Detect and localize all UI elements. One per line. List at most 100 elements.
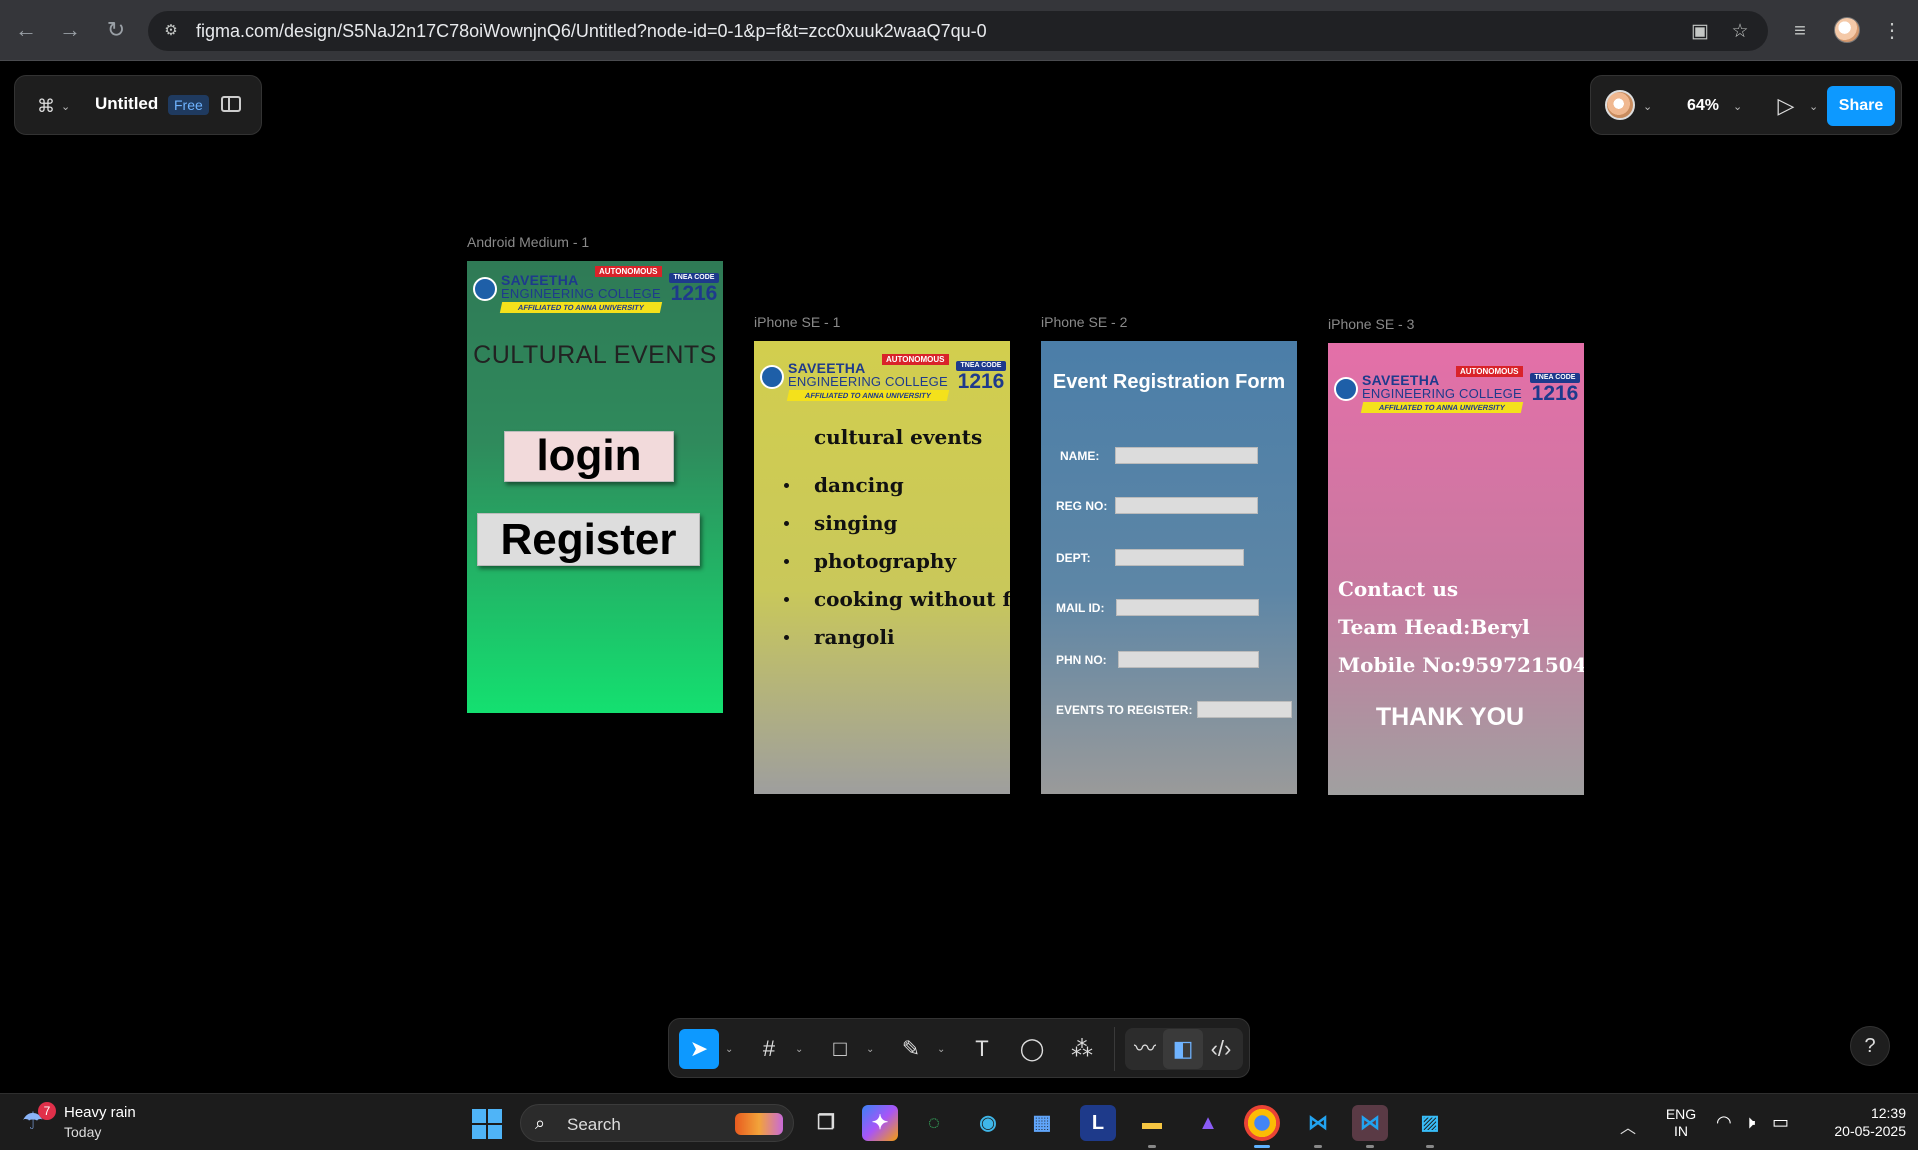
mode-switcher: 〰 ◧ ‹/› <box>1125 1028 1243 1070</box>
taskbar-search[interactable]: ⌕ Search <box>520 1104 794 1142</box>
college-name-line2: ENGINEERING COLLEGE <box>1362 386 1522 401</box>
zoom-chevron-icon[interactable]: ⌄ <box>1733 100 1742 113</box>
wifi-icon[interactable]: ◠ <box>1716 1112 1732 1132</box>
autonomous-tag: AUTONOMOUS <box>882 354 949 365</box>
contact-heading: Contact us <box>1338 577 1459 601</box>
sidebar-toggle-icon[interactable] <box>221 96 241 112</box>
college-name-line2: ENGINEERING COLLEGE <box>501 286 661 301</box>
thank-you-text: THANK YOU <box>1375 703 1525 731</box>
chevron-down-icon[interactable]: ⌄ <box>937 1044 945 1055</box>
lang-line2: IN <box>1674 1123 1688 1139</box>
file-explorer-icon[interactable]: ▬ <box>1134 1105 1170 1148</box>
kebab-menu-icon[interactable]: ⋮ <box>1878 17 1906 45</box>
cultural-events-title: CULTURAL EVENTS <box>473 341 717 369</box>
language-indicator[interactable]: ENG IN <box>1664 1106 1698 1140</box>
volume-icon[interactable]: 🕨 <box>1744 1112 1755 1132</box>
frame-label-iphone-se-1[interactable]: iPhone SE - 1 <box>754 314 840 330</box>
form-label: DEPT: <box>1056 551 1091 565</box>
actions-tool-icon[interactable]: ⁂ <box>1062 1029 1102 1069</box>
app-ring-icon[interactable]: ◌ <box>916 1105 952 1141</box>
frame-tool-icon[interactable]: # <box>749 1029 789 1069</box>
text-tool-icon[interactable]: T <box>962 1029 1002 1069</box>
chevron-down-icon[interactable]: ⌄ <box>1643 100 1652 113</box>
windows-start-icon[interactable] <box>472 1109 502 1139</box>
contact-block: Contact us Team Head:Beryl Mobile No:959… <box>1338 577 1584 691</box>
weather-title[interactable]: Heavy rain <box>64 1104 136 1121</box>
copilot-icon[interactable]: ✦ <box>862 1105 898 1141</box>
chevron-down-icon[interactable]: ⌄ <box>61 100 70 113</box>
phone-field[interactable] <box>1118 651 1259 668</box>
microsoft-store-icon[interactable]: ▦ <box>1024 1105 1060 1141</box>
move-cursor-icon[interactable]: ➤ <box>679 1029 719 1069</box>
user-avatar[interactable] <box>1605 90 1635 120</box>
frame-iphone-se-3[interactable]: SAVEETHA ENGINEERING COLLEGE AUTONOMOUS … <box>1328 343 1584 795</box>
mail-id-field[interactable] <box>1116 599 1259 616</box>
frame-iphone-se-1[interactable]: SAVEETHA ENGINEERING COLLEGE AUTONOMOUS … <box>754 341 1010 794</box>
design-mode-icon[interactable]: ◧ <box>1163 1029 1203 1069</box>
app-l-icon[interactable]: L <box>1080 1105 1116 1141</box>
help-button[interactable]: ? <box>1850 1026 1890 1066</box>
rectangle-tool-icon[interactable]: □ <box>820 1029 860 1069</box>
vscode-window-icon[interactable]: ⋈ <box>1352 1105 1388 1148</box>
url-text[interactable]: figma.com/design/S5NaJ2n17C78oiWownjnQ6/… <box>196 21 987 42</box>
college-name-line1: SAVEETHA <box>501 272 579 288</box>
frame-android-medium-1[interactable]: SAVEETHA ENGINEERING COLLEGE AUTONOMOUS … <box>467 261 723 713</box>
dept-field[interactable] <box>1115 549 1244 566</box>
chrome-browser-icon[interactable] <box>1244 1105 1280 1148</box>
media-controls-icon[interactable]: ≡ <box>1786 17 1814 45</box>
dev-mode-icon[interactable]: ‹/› <box>1201 1029 1241 1069</box>
reg-no-field[interactable] <box>1115 497 1258 514</box>
register-button[interactable]: Register <box>477 513 700 566</box>
frame-label-android-medium-1[interactable]: Android Medium - 1 <box>467 234 589 250</box>
list-item: dancing <box>784 473 1010 511</box>
affiliation-strip: AFFILIATED TO ANNA UNIVERSITY <box>786 390 950 401</box>
back-arrow-icon[interactable]: ← <box>12 16 40 44</box>
login-button[interactable]: login <box>504 431 674 482</box>
share-button[interactable]: Share <box>1827 86 1895 126</box>
comment-tool-icon[interactable]: ◯ <box>1012 1029 1052 1069</box>
college-name-line1: SAVEETHA <box>788 360 866 376</box>
file-panel: ⌘ ⌄ Untitled Free <box>14 75 262 135</box>
tnea-code: 1216 <box>957 370 1005 393</box>
app-triangle-icon[interactable]: ▲ <box>1190 1105 1226 1141</box>
frame-label-iphone-se-2[interactable]: iPhone SE - 2 <box>1041 314 1127 330</box>
present-chevron-icon[interactable]: ⌄ <box>1809 100 1818 113</box>
college-name-line1: SAVEETHA <box>1362 372 1440 388</box>
reload-icon[interactable]: ↻ <box>102 16 130 44</box>
events-list: dancing singing photography cooking with… <box>784 473 1010 663</box>
site-info-icon[interactable]: ⚙ <box>162 22 180 40</box>
chevron-down-icon[interactable]: ⌄ <box>866 1044 874 1055</box>
chevron-down-icon[interactable]: ⌄ <box>795 1044 803 1055</box>
clipboard-icon[interactable]: ▣ <box>1688 21 1712 43</box>
plan-badge[interactable]: Free <box>168 95 209 115</box>
tray-chevron-up-icon[interactable]: ︿ <box>1620 1114 1636 1138</box>
photos-app-icon[interactable]: ▨ <box>1412 1105 1448 1148</box>
draw-mode-icon[interactable]: 〰 <box>1125 1029 1165 1069</box>
battery-icon[interactable]: ▭ <box>1772 1112 1789 1132</box>
name-field[interactable] <box>1115 447 1258 464</box>
browser-profile-avatar[interactable] <box>1834 17 1860 43</box>
windows-taskbar: ☂ 7 Heavy rain Today ⌕ Search ❐ ✦ ◌ ◉ ▦ … <box>0 1093 1918 1150</box>
events-heading: cultural events <box>814 425 983 449</box>
chevron-down-icon[interactable]: ⌄ <box>725 1044 733 1055</box>
tnea-code: 1216 <box>1531 382 1579 405</box>
mobile-number-text: Mobile No:9597215048 <box>1338 653 1584 677</box>
task-view-icon[interactable]: ❐ <box>808 1105 844 1141</box>
college-logo: SAVEETHA ENGINEERING COLLEGE AUTONOMOUS … <box>1334 366 1580 421</box>
clock[interactable]: 12:39 20-05-2025 <box>1812 1104 1906 1140</box>
vscode-icon[interactable]: ⋈ <box>1300 1105 1336 1148</box>
frame-iphone-se-2[interactable]: Event Registration Form NAME: REG NO: DE… <box>1041 341 1297 794</box>
events-field[interactable] <box>1197 701 1292 718</box>
forward-arrow-icon[interactable]: → <box>56 16 84 44</box>
clock-date: 20-05-2025 <box>1834 1123 1906 1139</box>
present-play-icon[interactable]: ▷ <box>1771 90 1801 122</box>
address-bar[interactable]: ⚙ figma.com/design/S5NaJ2n17C78oiWownjnQ… <box>148 11 1768 51</box>
bookmark-star-icon[interactable]: ☆ <box>1728 21 1752 43</box>
college-seal-icon <box>760 365 784 389</box>
figma-menu-icon[interactable]: ⌘ <box>37 94 63 118</box>
frame-label-iphone-se-3[interactable]: iPhone SE - 3 <box>1328 316 1414 332</box>
weather-subtitle[interactable]: Today <box>64 1124 101 1140</box>
edge-browser-icon[interactable]: ◉ <box>970 1105 1006 1141</box>
file-title[interactable]: Untitled <box>95 94 158 114</box>
pen-tool-icon[interactable]: ✎ <box>891 1029 931 1069</box>
